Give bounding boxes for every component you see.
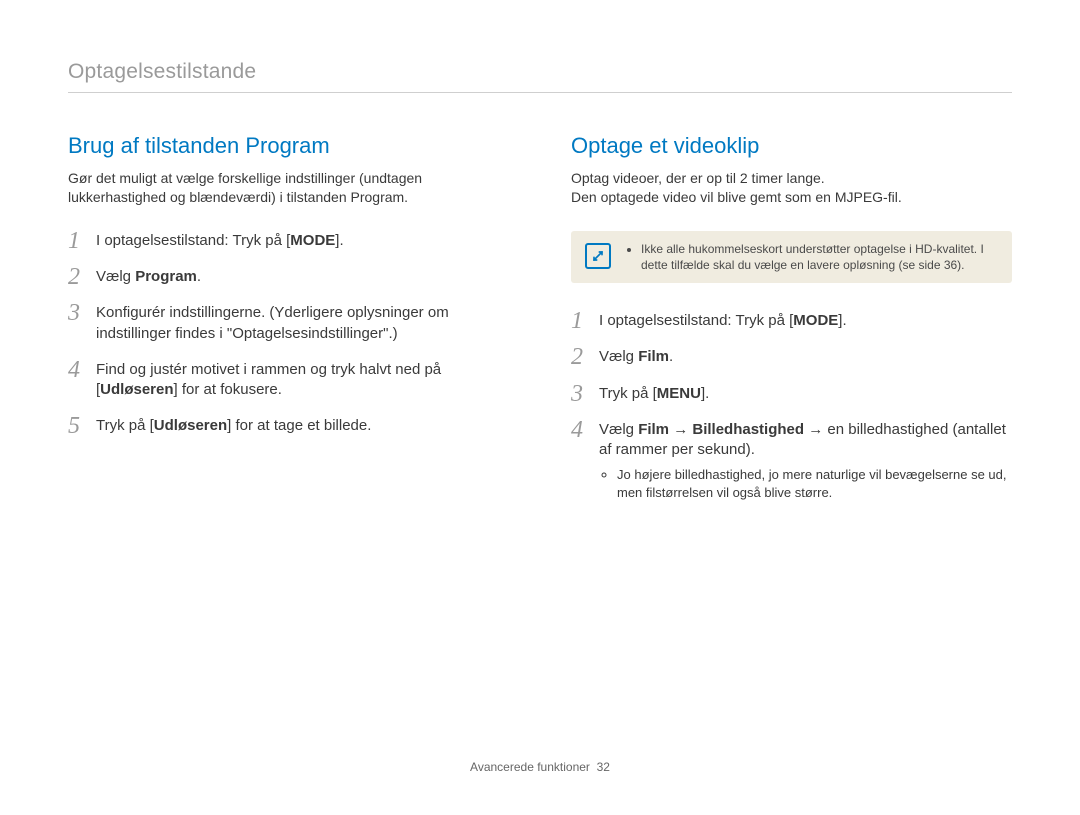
text: I optagelsestilstand: Tryk på [ <box>96 232 290 249</box>
note-box: Ikke alle hukommelseskort understøtter o… <box>571 231 1012 283</box>
text: I optagelsestilstand: Tryk på [ <box>599 312 793 329</box>
left-step-2: Vælg Program. <box>68 267 509 287</box>
menu-key: MENU <box>657 385 701 402</box>
right-intro: Optag videoer, der er op til 2 timer lan… <box>571 169 1012 207</box>
text: Vælg <box>599 421 638 438</box>
text: Vælg <box>599 348 638 365</box>
text: Vælg <box>96 268 135 285</box>
program-label: Program <box>135 268 197 285</box>
page-footer: Avancerede funktioner 32 <box>0 759 1080 775</box>
footer-page-number: 32 <box>597 760 610 774</box>
mode-key: MODE <box>793 312 838 329</box>
note-text: Ikke alle hukommelseskort understøtter o… <box>625 241 998 273</box>
text: → <box>669 421 692 438</box>
right-step-4-sub: Jo højere billedhastighed, jo mere natur… <box>599 466 1012 501</box>
note-bullet: Ikke alle hukommelseskort understøtter o… <box>641 241 998 273</box>
left-section-title: Brug af tilstanden Program <box>68 131 509 161</box>
breadcrumb-header: Optagelsestilstande <box>68 58 1012 93</box>
text: ] for at fokusere. <box>174 381 282 398</box>
left-step-3: Konfigurér indstillingerne. (Yderligere … <box>68 303 509 344</box>
right-step-3: Tryk på [MENU]. <box>571 384 1012 404</box>
right-step-4: Vælg Film → Billedhastighed → en billedh… <box>571 420 1012 502</box>
left-column: Brug af tilstanden Program Gør det mulig… <box>68 131 509 517</box>
left-steps: I optagelsestilstand: Tryk på [MODE]. Væ… <box>68 231 509 437</box>
shutter-label: Udløseren <box>154 417 227 434</box>
film-label: Film <box>638 348 669 365</box>
footer-section: Avancerede funktioner <box>470 760 590 774</box>
right-steps: I optagelsestilstand: Tryk på [MODE]. Væ… <box>571 311 1012 501</box>
text: . <box>197 268 201 285</box>
text: ]. <box>701 385 709 402</box>
text: ]. <box>335 232 343 249</box>
page: Optagelsestilstande Brug af tilstanden P… <box>0 0 1080 518</box>
left-step-1: I optagelsestilstand: Tryk på [MODE]. <box>68 231 509 251</box>
shutter-label: Udløseren <box>100 381 173 398</box>
mode-key: MODE <box>290 232 335 249</box>
text: Tryk på [ <box>96 417 154 434</box>
two-column-layout: Brug af tilstanden Program Gør det mulig… <box>68 131 1012 517</box>
text: Tryk på [ <box>599 385 657 402</box>
right-section-title: Optage et videoklip <box>571 131 1012 161</box>
note-icon <box>585 243 611 269</box>
text: . <box>669 348 673 365</box>
text: ]. <box>838 312 846 329</box>
text: ] for at tage et billede. <box>227 417 371 434</box>
left-step-5: Tryk på [Udløseren] for at tage et bille… <box>68 416 509 436</box>
left-intro: Gør det muligt at vælge forskellige inds… <box>68 169 509 207</box>
left-step-4: Find og justér motivet i rammen og tryk … <box>68 360 509 401</box>
right-step-2: Vælg Film. <box>571 347 1012 367</box>
framerate-label: Billedhastighed <box>692 421 804 438</box>
right-step-1: I optagelsestilstand: Tryk på [MODE]. <box>571 311 1012 331</box>
sub-bullet: Jo højere billedhastighed, jo mere natur… <box>617 466 1012 501</box>
right-column: Optage et videoklip Optag videoer, der e… <box>571 131 1012 517</box>
film-label: Film <box>638 421 669 438</box>
